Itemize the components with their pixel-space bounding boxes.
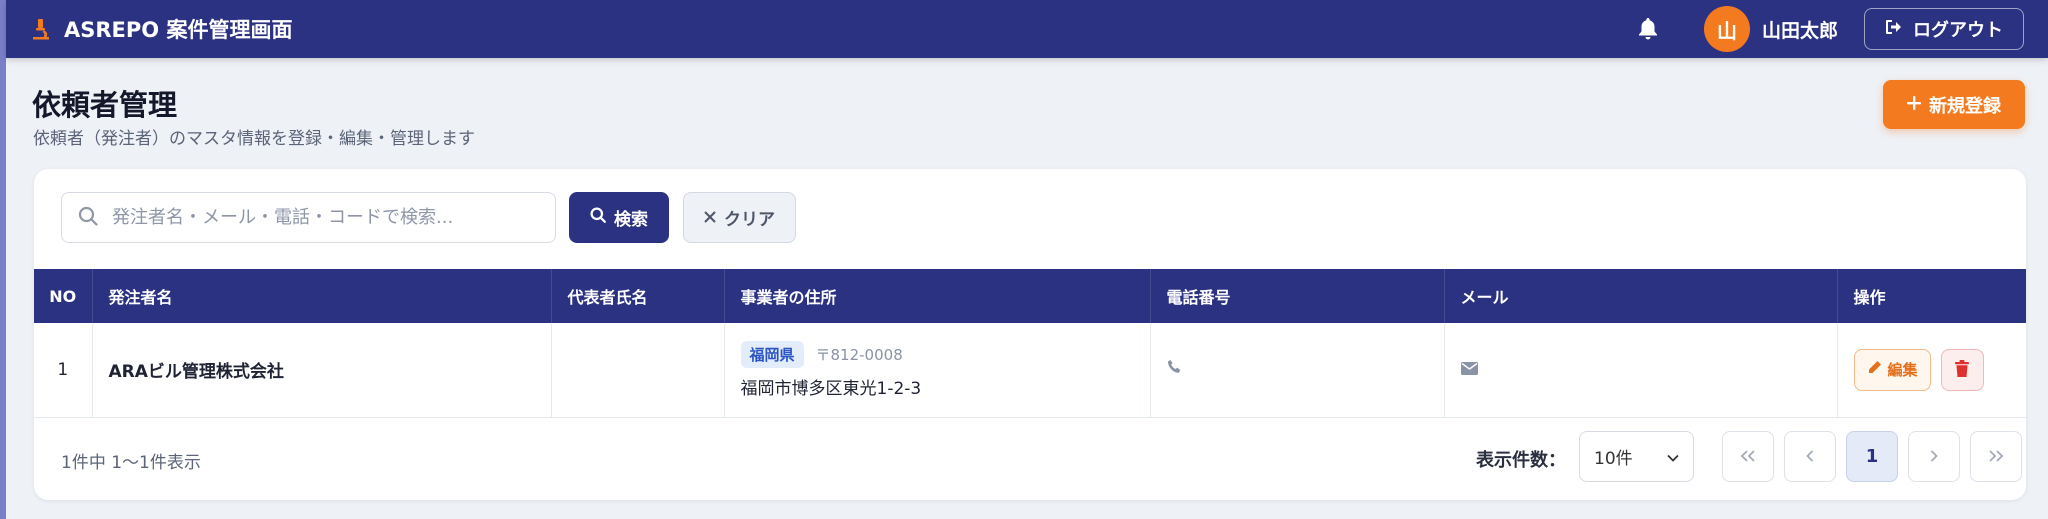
next-page-button[interactable] <box>1908 431 1960 482</box>
trash-icon <box>1955 359 1970 380</box>
logout-label: ログアウト <box>1913 20 2003 41</box>
first-page-button[interactable] <box>1722 431 1774 482</box>
street-address: 福岡市博多区東光1-2-3 <box>740 378 922 399</box>
notification-bell-icon[interactable] <box>1628 9 1668 49</box>
search-button-label: 検索 <box>614 210 648 230</box>
search-input[interactable] <box>112 207 555 228</box>
new-button-label: 新規登録 <box>1929 95 2001 117</box>
table-header-row: NO 発注者名 代表者氏名 事業者の住所 電話番号 メール 操作 <box>34 269 2026 323</box>
client-list-card: 検索 クリア NO 発注者名 代表者氏名 事業者の住所 電話番号 メール 操作 … <box>34 169 2026 500</box>
row-email <box>1444 323 1838 417</box>
row-client-name[interactable]: ARAビル管理株式会社 <box>92 323 552 417</box>
row-address: 福岡県 〒812-0008 福岡市博多区東光1-2-3 <box>724 323 1151 417</box>
table-row[interactable]: 1 ARAビル管理株式会社 福岡県 〒812-0008 福岡市博多区東光1-2-… <box>34 323 2026 417</box>
edit-button-label: 編集 <box>1887 361 1918 380</box>
close-icon <box>704 208 716 228</box>
double-chevron-right-icon <box>1988 446 2004 467</box>
per-page-label: 表示件数： <box>1476 450 1566 471</box>
clear-button-label: クリア <box>724 210 775 230</box>
per-page-select[interactable]: 10件 <box>1579 431 1694 482</box>
envelope-icon <box>1460 360 1478 380</box>
page-title: 依頼者管理 <box>32 88 178 122</box>
phone-icon <box>1167 360 1183 380</box>
row-no: 1 <box>34 323 93 417</box>
search-box <box>61 192 556 243</box>
prev-page-button[interactable] <box>1784 431 1836 482</box>
search-icon <box>590 207 606 228</box>
delete-button[interactable] <box>1940 348 1984 391</box>
row-phone <box>1150 323 1445 417</box>
top-navbar: ASREPO 案件管理画面 山 山田太郎 ログアウト <box>6 0 2048 58</box>
last-page-button[interactable] <box>1970 431 2022 482</box>
row-representative <box>551 323 725 417</box>
user-name[interactable]: 山田太郎 <box>1762 16 1838 43</box>
logout-button[interactable]: ログアウト <box>1864 8 2024 50</box>
plus-icon <box>1907 94 1921 115</box>
column-header-no[interactable]: NO <box>34 269 93 323</box>
column-header-phone[interactable]: 電話番号 <box>1150 269 1445 323</box>
chevron-left-icon <box>1806 446 1814 467</box>
window-edge <box>0 0 6 519</box>
brand-title: ASREPO 案件管理画面 <box>64 18 293 42</box>
column-header-representative[interactable]: 代表者氏名 <box>551 269 725 323</box>
pagination: 1 <box>1722 431 2022 482</box>
row-actions: 編集 <box>1837 323 2026 417</box>
pencil-icon <box>1867 360 1882 379</box>
search-icon <box>78 206 98 230</box>
double-chevron-left-icon <box>1740 446 1756 467</box>
result-summary: 1件中 1〜1件表示 <box>61 453 201 473</box>
page-button-1[interactable]: 1 <box>1846 431 1898 482</box>
client-table: NO 発注者名 代表者氏名 事業者の住所 電話番号 メール 操作 1 ARAビル… <box>34 269 2026 418</box>
column-header-email[interactable]: メール <box>1444 269 1838 323</box>
chevron-right-icon <box>1930 446 1938 467</box>
column-header-actions: 操作 <box>1853 288 1886 307</box>
microscope-icon <box>28 16 54 42</box>
page-subtitle: 依頼者（発注者）のマスタ情報を登録・編集・管理します <box>33 129 475 149</box>
column-header-client-name[interactable]: 発注者名 <box>92 269 552 323</box>
sign-out-icon <box>1885 19 1903 40</box>
postal-code: 〒812-0008 <box>815 345 903 364</box>
per-page-value: 10件 <box>1594 449 1633 469</box>
edit-button[interactable]: 編集 <box>1853 348 1931 391</box>
prefecture-badge: 福岡県 <box>740 340 804 368</box>
search-button[interactable]: 検索 <box>569 192 669 243</box>
new-registration-button[interactable]: 新規登録 <box>1883 80 2025 129</box>
brand[interactable]: ASREPO 案件管理画面 <box>28 14 292 44</box>
avatar[interactable]: 山 <box>1703 6 1750 52</box>
clear-button[interactable]: クリア <box>683 192 796 243</box>
chevron-down-icon <box>1667 447 1679 467</box>
column-header-address[interactable]: 事業者の住所 <box>724 269 1151 323</box>
